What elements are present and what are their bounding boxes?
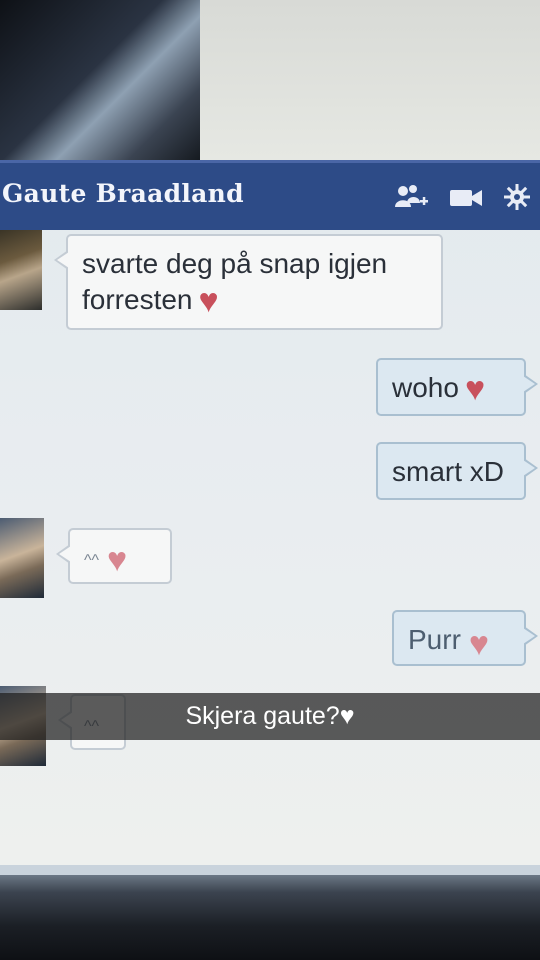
add-friend-icon[interactable] xyxy=(394,183,428,218)
settings-gear-icon[interactable] xyxy=(504,184,530,217)
contact-avatar[interactable] xyxy=(0,230,42,310)
heart-emoji-icon: ♥ xyxy=(468,625,490,663)
heart-emoji-icon: ♥ xyxy=(464,370,486,408)
chat-titlebar[interactable]: Gaute Braadland xyxy=(0,160,540,230)
photo-background-dark xyxy=(0,0,200,160)
heart-emoji-icon: ♥ xyxy=(198,282,219,320)
monitor-bezel xyxy=(0,875,540,960)
message-text: smart xD xyxy=(392,456,504,487)
message-text: ^^ xyxy=(84,552,100,569)
message-text: woho xyxy=(392,372,459,403)
message-bubble-outgoing: Purr ♥ xyxy=(392,610,538,666)
titlebar-actions xyxy=(394,183,530,218)
message-text: svarte deg på snap igjen forresten xyxy=(82,248,388,315)
message-bubble-outgoing: smart xD xyxy=(376,442,538,500)
message-text: Purr xyxy=(408,624,461,655)
chat-window: Gaute Braadland svarte deg på snap igjen… xyxy=(0,160,540,875)
chat-input-area[interactable] xyxy=(0,865,540,875)
heart-emoji-icon: ♥ xyxy=(107,541,128,579)
contact-avatar[interactable] xyxy=(0,518,44,598)
chat-title[interactable]: Gaute Braadland xyxy=(2,179,244,208)
video-call-icon[interactable] xyxy=(450,187,482,215)
snap-caption-overlay: Skjera gaute?♥ xyxy=(0,693,540,740)
message-bubble-outgoing: woho ♥ xyxy=(376,358,538,416)
message-bubble-incoming: ^^ ♥ xyxy=(56,528,172,584)
photo-background-light xyxy=(200,0,540,160)
message-list[interactable]: svarte deg på snap igjen forresten ♥ woho… xyxy=(0,230,540,875)
message-bubble-incoming: svarte deg på snap igjen forresten ♥ xyxy=(54,234,443,330)
